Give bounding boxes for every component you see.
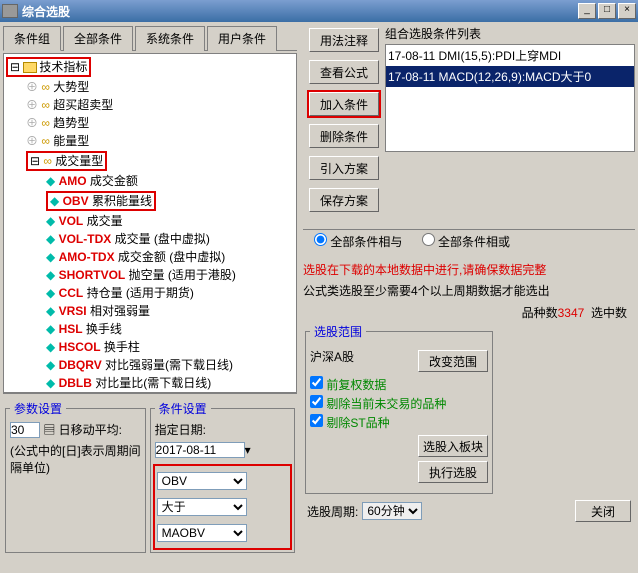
save-plan-button[interactable]: 保存方案 <box>309 188 379 212</box>
tab-system[interactable]: 系统条件 <box>135 26 205 51</box>
tree-leaf[interactable]: 换手柱 <box>104 340 140 354</box>
tree-code[interactable]: VOL <box>59 214 84 228</box>
param-hint: (公式中的[日]表示周期间隔单位) <box>10 442 141 476</box>
radio-and[interactable]: 全部条件相与 <box>314 235 402 249</box>
selected-label: 选中数 <box>591 306 627 320</box>
period-label: 选股周期: <box>307 503 358 520</box>
tree-code[interactable]: AMO-TDX <box>59 250 115 264</box>
app-icon <box>2 4 18 18</box>
field1-select[interactable]: OBV <box>157 472 247 490</box>
total-label: 品种数 <box>522 306 558 320</box>
indicator-tree[interactable]: ⊟ 技术指标 ⊕ ∞ 大势型 ⊕ ∞ 超买超卖型 ⊕ ∞ 趋势型 ⊕ ∞ 能量型… <box>3 53 297 393</box>
scope-legend: 选股范围 <box>310 323 366 340</box>
chk-fq[interactable]: 前复权数据 <box>310 376 488 393</box>
tab-all[interactable]: 全部条件 <box>63 26 133 51</box>
usage-button[interactable]: 用法注释 <box>309 28 379 52</box>
tree-leaf[interactable]: 抛空量 (适用于港股) <box>129 268 236 282</box>
tree-code[interactable]: HSL <box>59 322 83 336</box>
param-legend: 参数设置 <box>10 400 66 417</box>
diamond-icon: ◆ <box>46 322 55 336</box>
delete-condition-button[interactable]: 删除条件 <box>309 124 379 148</box>
condset-legend: 条件设置 <box>155 400 211 417</box>
diamond-icon: ◆ <box>46 358 55 372</box>
tree-code[interactable]: HSCOL <box>59 340 101 354</box>
scope-fieldset: 选股范围 沪深A股 改变范围 前复权数据 剔除当前未交易的品种 剔除ST品种 选… <box>305 323 493 494</box>
window-title: 综合选股 <box>22 3 576 20</box>
warning-text: 选股在下载的本地数据中进行,请确保数据完整 <box>303 259 635 280</box>
market-text: 沪深A股 <box>310 350 354 364</box>
field2-select[interactable]: MAOBV <box>157 524 247 542</box>
radio-or[interactable]: 全部条件相或 <box>422 235 510 249</box>
chk-exclude-notraded[interactable]: 剔除当前未交易的品种 <box>310 395 488 412</box>
add-condition-button[interactable]: 加入条件 <box>309 92 379 116</box>
tree-leaf-selected[interactable]: 累积能量线 <box>92 194 152 208</box>
into-block-button[interactable]: 选股入板块 <box>418 435 488 457</box>
tree-code[interactable]: DBQRV <box>59 358 102 372</box>
chk-exclude-st[interactable]: 剔除ST品种 <box>310 414 488 431</box>
date-label: 指定日期: <box>155 423 206 437</box>
date-input[interactable] <box>155 442 245 458</box>
import-plan-button[interactable]: 引入方案 <box>309 156 379 180</box>
tree-group[interactable]: 能量型 <box>53 134 89 148</box>
diamond-icon: ◆ <box>50 194 59 208</box>
condition-item[interactable]: 17-08-11 DMI(15,5):PDI上穿MDI <box>386 45 634 66</box>
condition-list[interactable]: 17-08-11 DMI(15,5):PDI上穿MDI 17-08-11 MAC… <box>385 44 635 152</box>
tree-leaf[interactable]: 成交量 (盘中虚拟) <box>115 232 210 246</box>
tab-user[interactable]: 用户条件 <box>207 26 277 51</box>
tree-group[interactable]: 超买超卖型 <box>53 98 113 112</box>
diamond-icon: ◆ <box>46 250 55 264</box>
param-label: 日移动平均: <box>59 423 122 437</box>
condition-item-selected[interactable]: 17-08-11 MACD(12,26,9):MACD大于0 <box>386 66 634 87</box>
diamond-icon: ◆ <box>46 232 55 246</box>
minimize-button[interactable]: _ <box>578 3 596 19</box>
tree-code[interactable]: DBLB <box>59 376 92 390</box>
tree-code[interactable]: SHORTVOL <box>59 268 126 282</box>
total-count: 3347 <box>558 306 585 320</box>
diamond-icon: ◆ <box>46 174 55 188</box>
tree-leaf[interactable]: 成交金额 (盘中虚拟) <box>118 250 225 264</box>
chevron-down-icon[interactable]: ▾ <box>245 443 251 457</box>
tree-leaf[interactable]: 成交金额 <box>90 174 138 188</box>
diamond-icon: ◆ <box>46 340 55 354</box>
operator-select[interactable]: 大于 <box>157 498 247 516</box>
change-scope-button[interactable]: 改变范围 <box>418 350 488 372</box>
info-text: 公式类选股至少需要4个以上周期数据才能选出 <box>303 280 635 301</box>
tree-leaf[interactable]: 换手线 <box>86 322 122 336</box>
tree-leaf[interactable]: 对比量比(需下载日线) <box>95 376 211 390</box>
condset-fieldset: 条件设置 指定日期: ▾ OBV 大于 MAOBV <box>150 400 295 553</box>
tab-bar: 条件组 全部条件 系统条件 用户条件 <box>3 25 297 51</box>
tree-group[interactable]: 趋势型 <box>53 116 89 130</box>
tree-leaf[interactable]: 持仓量 (适用于期货) <box>87 286 194 300</box>
period-select[interactable]: 60分钟 <box>362 502 422 520</box>
close-button[interactable]: × <box>618 3 636 19</box>
param-fieldset: 参数设置 ▤ 日移动平均: (公式中的[日]表示周期间隔单位) <box>5 400 146 553</box>
close-dialog-button[interactable]: 关闭 <box>575 500 631 522</box>
tree-group[interactable]: 大势型 <box>53 80 89 94</box>
diamond-icon: ◆ <box>46 286 55 300</box>
diamond-icon: ◆ <box>46 214 55 228</box>
tab-group[interactable]: 条件组 <box>3 26 61 51</box>
diamond-icon: ◆ <box>46 268 55 282</box>
tree-leaf[interactable]: 相对强弱量 <box>90 304 150 318</box>
diamond-icon: ◆ <box>46 304 55 318</box>
diamond-icon: ◆ <box>46 376 55 390</box>
execute-button[interactable]: 执行选股 <box>418 461 488 483</box>
condlist-title: 组合选股条件列表 <box>385 25 635 42</box>
folder-icon <box>23 62 37 73</box>
tree-root[interactable]: 技术指标 <box>39 60 87 74</box>
maximize-button[interactable]: □ <box>598 3 616 19</box>
tree-code[interactable]: VRSI <box>59 304 87 318</box>
view-formula-button[interactable]: 查看公式 <box>309 60 379 84</box>
tree-group-volume[interactable]: 成交量型 <box>55 154 103 168</box>
tree-code[interactable]: AMO <box>59 174 87 188</box>
tree-code[interactable]: CCL <box>59 286 84 300</box>
param-input[interactable] <box>10 422 40 438</box>
tree-code[interactable]: VOL-TDX <box>59 232 112 246</box>
tree-leaf[interactable]: 成交量 <box>87 214 123 228</box>
tree-leaf[interactable]: 对比强弱量(需下载日线) <box>105 358 233 372</box>
tree-code[interactable]: OBV <box>63 194 89 208</box>
